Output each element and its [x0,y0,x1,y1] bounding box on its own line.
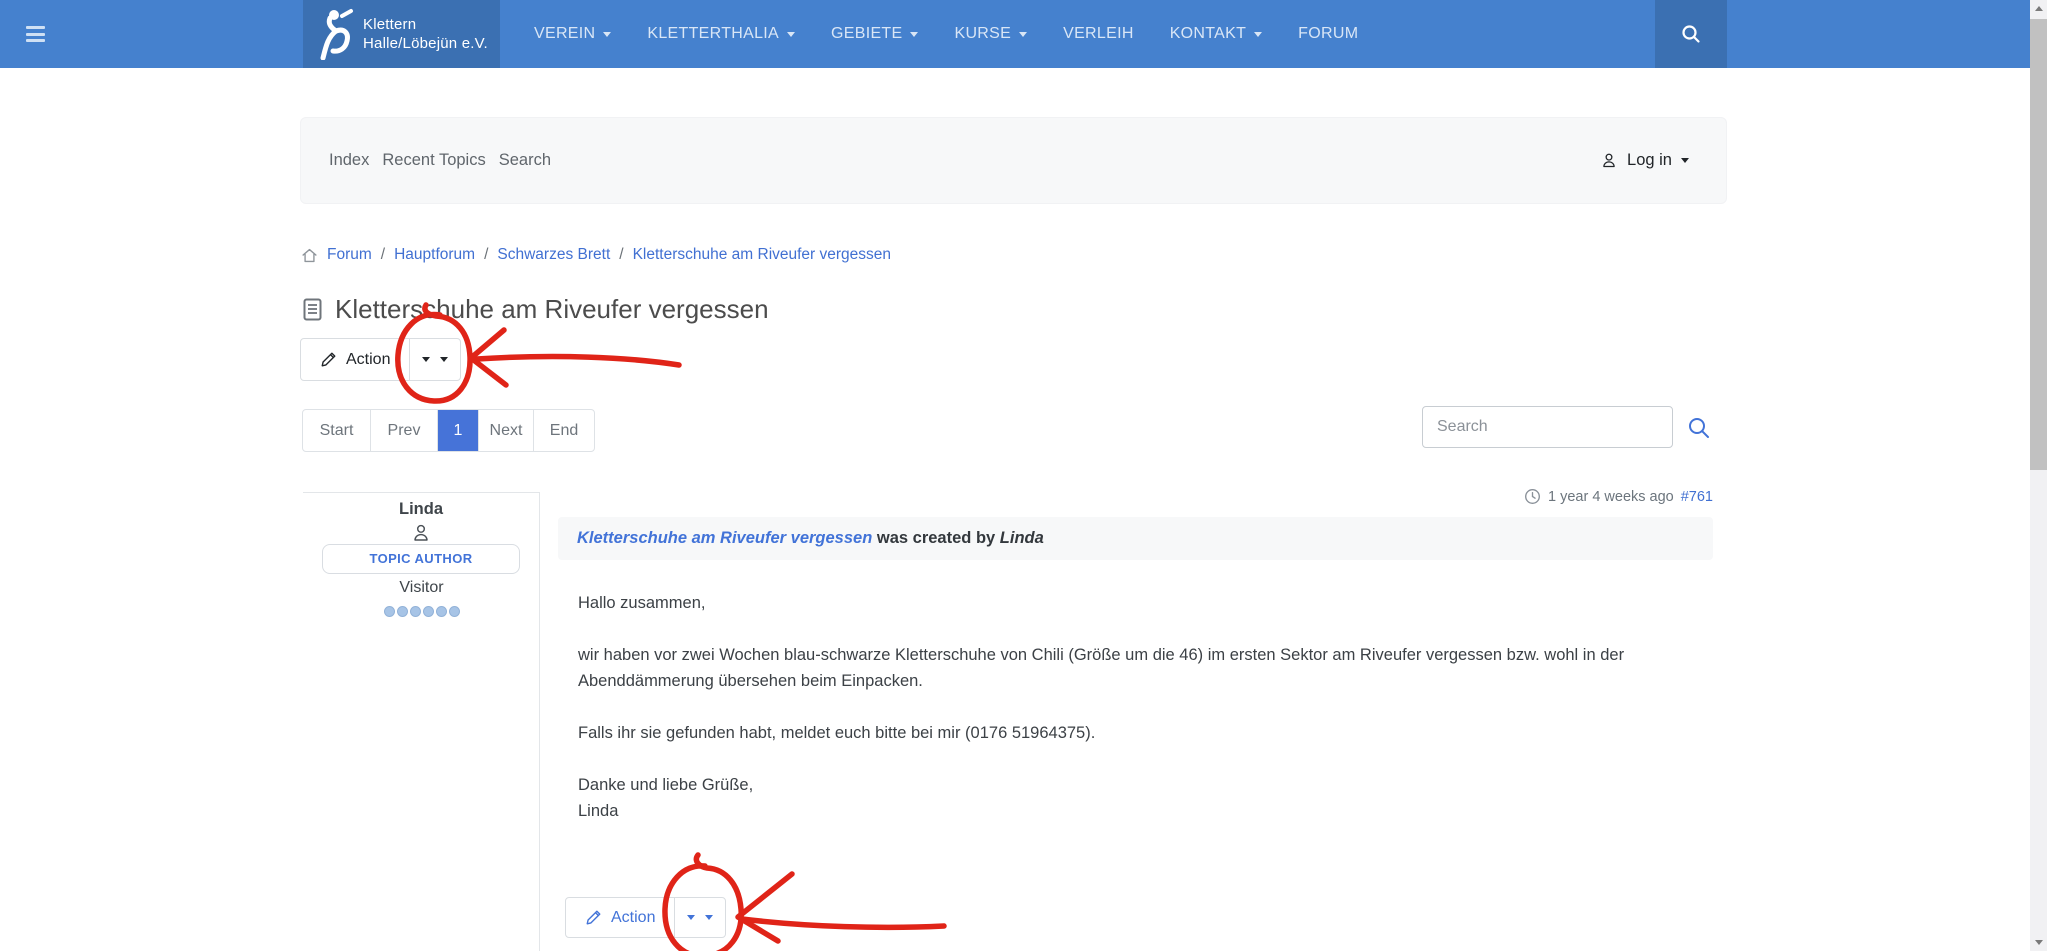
document-icon [303,298,322,321]
caret-down-icon [1681,158,1689,163]
scrollbar-down-arrow[interactable] [2030,934,2047,951]
user-icon [303,522,539,544]
scrollbar-up-arrow[interactable] [2030,0,2047,17]
nav-item-kurse[interactable]: KURSE [954,25,1028,43]
caret-down-icon [687,915,696,920]
breadcrumb-current-topic[interactable]: Kletterschuhe am Riveufer vergessen [633,246,891,264]
action-dropdown-toggle[interactable] [409,339,460,380]
post-action-dropdown-toggle[interactable] [674,898,725,937]
post-action-button-group: Action [565,897,727,938]
main-nav: VEREIN KLETTERTHALIA GEBIETE KURSE VERLE… [534,0,1358,68]
forum-menu-card: Index Recent Topics Search Log in [300,117,1727,204]
forum-page: Klettern Halle/Löbejün e.V. VEREIN KLETT… [0,0,2047,951]
post-body: Hallo zusammen, wir haben vor zwei Woche… [578,594,1625,820]
post-subject-bar: Kletterschuhe am Riveufer vergessen was … [558,517,1713,560]
login-dropdown[interactable]: Log in [1600,118,1689,203]
post-author-italic: Linda [999,529,1044,547]
breadcrumb-forum[interactable]: Forum [327,246,372,264]
clock-icon [1525,489,1540,504]
karma-dots [303,606,540,617]
nav-item-kontakt[interactable]: KONTAKT [1170,25,1263,43]
caret-down-icon [1019,31,1028,37]
forum-menu-search-link[interactable]: Search [499,151,551,170]
post-author-panel: Linda TOPIC AUTHOR Visitor [303,492,540,951]
pagination: Start Prev 1 Next End [302,409,595,452]
top-navbar: Klettern Halle/Löbejün e.V. VEREIN KLETT… [0,0,2047,68]
action-button[interactable]: Action [301,339,409,380]
forum-menu-recent-topics-link[interactable]: Recent Topics [382,151,485,170]
caret-down-icon [603,31,612,37]
pagination-start[interactable]: Start [303,410,371,451]
nav-item-forum[interactable]: FORUM [1298,25,1358,43]
login-label: Log in [1627,151,1672,169]
annotation-arrow-bottom [739,916,947,931]
created-by-text: was created by [872,529,1000,547]
topic-action-button-group: Action [300,338,462,381]
annotation-arrowhead-top [468,327,509,388]
nav-item-kletterthalia[interactable]: KLETTERTHALIA [647,25,796,43]
annotation-arrow-top [474,353,682,368]
topic-search-icon[interactable] [1686,415,1712,441]
forum-menu-links: Index Recent Topics Search [329,118,551,203]
search-icon [1682,25,1700,43]
navbar-search-button[interactable] [1655,0,1727,68]
climber-logo-icon [320,9,353,60]
nav-item-verleih[interactable]: VERLEIH [1063,25,1134,43]
scrollbar-thumb[interactable] [2030,19,2047,470]
annotation-arrowhead-bottom [735,871,795,944]
topic-author-badge: TOPIC AUTHOR [322,544,520,574]
home-icon[interactable] [301,247,318,264]
post-action-button[interactable]: Action [566,898,674,937]
post-subject-link[interactable]: Kletterschuhe am Riveufer vergessen [577,529,872,547]
pagination-end[interactable]: End [534,410,594,451]
site-title: Klettern Halle/Löbejün e.V. [363,16,488,52]
breadcrumb-hauptforum[interactable]: Hauptforum [394,246,475,264]
caret-down-icon [910,31,919,37]
author-rank: Visitor [399,579,444,596]
post-time-ago: 1 year 4 weeks ago [1547,488,1674,505]
author-name[interactable]: Linda [303,500,539,519]
pagination-next[interactable]: Next [479,410,534,451]
pencil-icon [586,910,601,925]
caret-down-icon [440,357,449,362]
post-id-link[interactable]: #761 [1681,489,1713,505]
caret-down-icon [1254,31,1263,37]
post-meta: 1 year 4 weeks ago #761 [1524,488,1713,505]
breadcrumb-separator: / [619,246,624,263]
site-logo[interactable]: Klettern Halle/Löbejün e.V. [303,0,500,68]
forum-menu-index-link[interactable]: Index [329,151,369,170]
breadcrumb-schwarzes-brett[interactable]: Schwarzes Brett [497,246,610,264]
topic-search-input[interactable] [1422,406,1673,448]
user-icon [1603,153,1615,168]
breadcrumb: Forum / Hauptforum / Schwarzes Brett / K… [301,246,891,264]
pagination-page-1[interactable]: 1 [438,410,479,451]
caret-down-icon [422,357,431,362]
nav-item-verein[interactable]: VEREIN [534,25,612,43]
vertical-scrollbar[interactable] [2030,0,2047,951]
page-title: Kletterschuhe am Riveufer vergessen [303,294,769,325]
pencil-icon [321,352,336,367]
pagination-prev[interactable]: Prev [371,410,438,451]
caret-down-icon [705,915,714,920]
hamburger-menu-icon[interactable] [26,26,45,42]
caret-down-icon [787,31,796,37]
breadcrumb-separator: / [484,246,489,263]
nav-item-gebiete[interactable]: GEBIETE [831,25,919,43]
breadcrumb-separator: / [380,246,386,263]
